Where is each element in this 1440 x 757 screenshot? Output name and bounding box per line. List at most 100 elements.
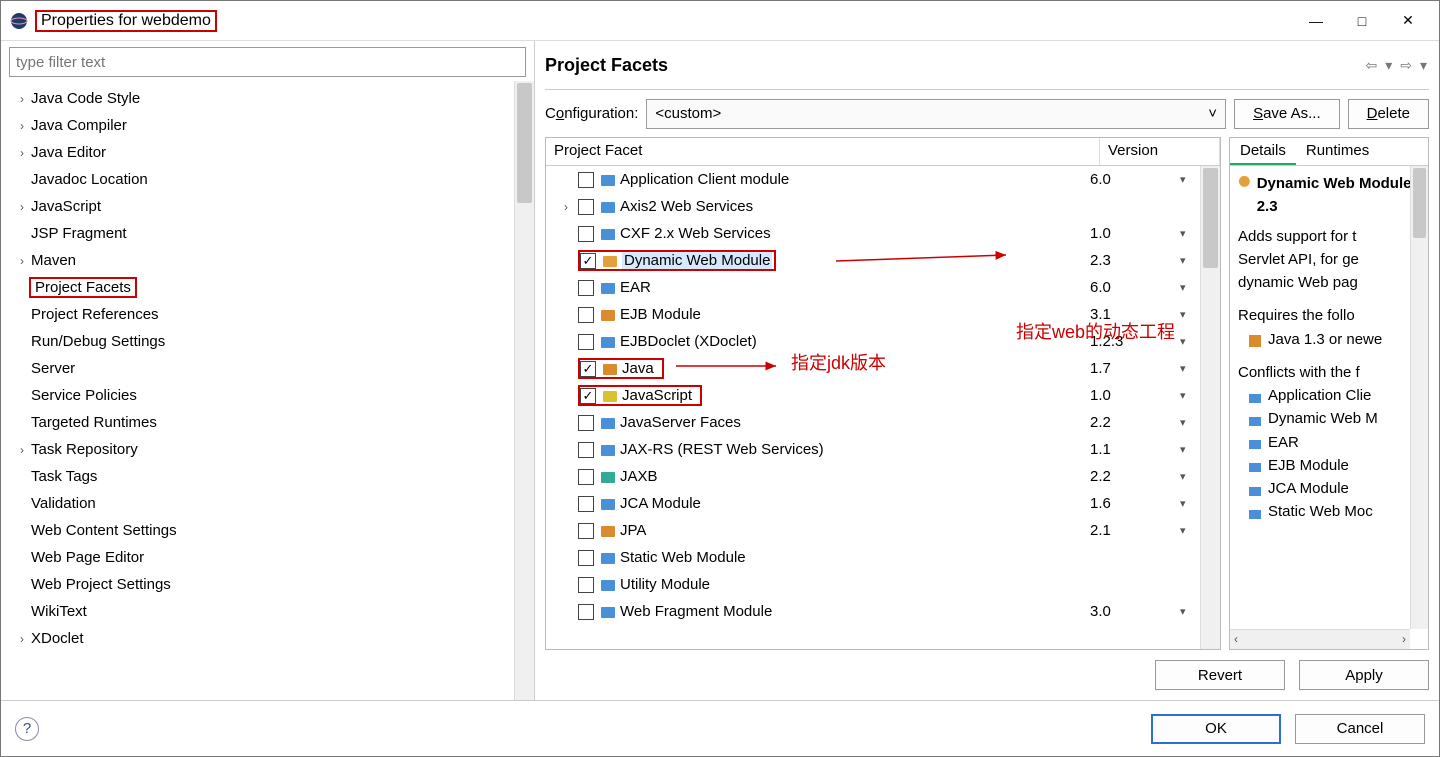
tab-details[interactable]: Details (1230, 138, 1296, 165)
facet-checkbox[interactable] (580, 361, 596, 377)
tree-item[interactable]: Web Content Settings (1, 517, 514, 544)
help-icon[interactable]: ? (15, 717, 39, 741)
facet-checkbox[interactable] (578, 469, 594, 485)
col-version-header[interactable]: Version (1100, 138, 1220, 165)
version-dropdown-icon[interactable]: ▾ (1180, 281, 1200, 294)
properties-tree[interactable]: ›Java Code Style›Java Compiler›Java Edit… (1, 81, 514, 700)
tree-item[interactable]: ›Maven (1, 247, 514, 274)
facet-row[interactable]: EJBDoclet (XDoclet)1.2.3▾ (546, 328, 1200, 355)
facet-checkbox[interactable] (578, 550, 594, 566)
facet-checkbox[interactable] (578, 280, 594, 296)
expand-icon[interactable]: › (15, 254, 29, 268)
tree-item[interactable]: Run/Debug Settings (1, 328, 514, 355)
facet-checkbox[interactable] (578, 307, 594, 323)
facet-scrollbar[interactable] (1200, 166, 1220, 649)
tree-item[interactable]: ›Java Compiler (1, 112, 514, 139)
tab-runtimes[interactable]: Runtimes (1296, 138, 1379, 165)
facet-row[interactable]: Static Web Module (546, 544, 1200, 571)
facet-row[interactable]: CXF 2.x Web Services1.0▾ (546, 220, 1200, 247)
apply-button[interactable]: Apply (1299, 660, 1429, 690)
facet-checkbox[interactable] (580, 253, 596, 269)
expand-icon[interactable]: › (15, 443, 29, 457)
tree-item[interactable]: ›XDoclet (1, 625, 514, 652)
tree-item[interactable]: ›Java Editor (1, 139, 514, 166)
tree-item[interactable]: ›JavaScript (1, 193, 514, 220)
tree-item[interactable]: Validation (1, 490, 514, 517)
facet-checkbox[interactable] (578, 577, 594, 593)
facet-row[interactable]: Java1.7▾ (546, 355, 1200, 382)
tree-item[interactable]: Server (1, 355, 514, 382)
tree-item[interactable]: Task Tags (1, 463, 514, 490)
facet-checkbox[interactable] (578, 199, 594, 215)
version-dropdown-icon[interactable]: ▾ (1180, 470, 1200, 483)
version-dropdown-icon[interactable]: ▾ (1180, 443, 1200, 456)
tree-scrollbar[interactable] (514, 81, 534, 700)
expand-icon[interactable]: › (15, 146, 29, 160)
save-as-button[interactable]: Save As... (1234, 99, 1340, 129)
version-dropdown-icon[interactable]: ▾ (1180, 497, 1200, 510)
tree-item[interactable]: ›Task Repository (1, 436, 514, 463)
facet-row[interactable]: JPA2.1▾ (546, 517, 1200, 544)
facet-checkbox[interactable] (580, 388, 596, 404)
cancel-button[interactable]: Cancel (1295, 714, 1425, 744)
ok-button[interactable]: OK (1151, 714, 1281, 744)
tree-item[interactable]: Web Page Editor (1, 544, 514, 571)
version-dropdown-icon[interactable]: ▾ (1180, 605, 1200, 618)
tree-item[interactable]: Service Policies (1, 382, 514, 409)
facet-row[interactable]: JAXB2.2▾ (546, 463, 1200, 490)
revert-button[interactable]: Revert (1155, 660, 1285, 690)
version-dropdown-icon[interactable]: ▾ (1180, 227, 1200, 240)
facet-checkbox[interactable] (578, 523, 594, 539)
facet-row[interactable]: Application Client module6.0▾ (546, 166, 1200, 193)
back-icon[interactable]: ⇦ (1363, 57, 1379, 74)
version-dropdown-icon[interactable]: ▾ (1180, 173, 1200, 186)
facet-checkbox[interactable] (578, 442, 594, 458)
forward-icon[interactable]: ⇨ (1398, 57, 1414, 74)
details-hscroll[interactable]: ‹› (1230, 629, 1410, 649)
nav-history[interactable]: ⇦▾ ⇨▾ (1363, 57, 1429, 74)
tree-item[interactable]: Web Project Settings (1, 571, 514, 598)
close-button[interactable]: ✕ (1385, 5, 1431, 37)
tree-item[interactable]: Javadoc Location (1, 166, 514, 193)
version-dropdown-icon[interactable]: ▾ (1180, 254, 1200, 267)
version-dropdown-icon[interactable]: ▾ (1180, 389, 1200, 402)
facet-row[interactable]: Utility Module (546, 571, 1200, 598)
version-dropdown-icon[interactable]: ▾ (1180, 362, 1200, 375)
facet-row[interactable]: Dynamic Web Module2.3▾ (546, 247, 1200, 274)
maximize-button[interactable]: □ (1339, 5, 1385, 37)
version-dropdown-icon[interactable]: ▾ (1180, 524, 1200, 537)
facet-checkbox[interactable] (578, 172, 594, 188)
facet-checkbox[interactable] (578, 496, 594, 512)
expand-icon[interactable]: › (15, 92, 29, 106)
filter-input[interactable] (9, 47, 526, 77)
expand-icon[interactable]: › (15, 200, 29, 214)
version-dropdown-icon[interactable]: ▾ (1180, 308, 1200, 321)
facet-row[interactable]: ›Axis2 Web Services (546, 193, 1200, 220)
tree-item[interactable]: WikiText (1, 598, 514, 625)
tree-item[interactable]: Project References (1, 301, 514, 328)
facet-row[interactable]: Web Fragment Module3.0▾ (546, 598, 1200, 625)
expand-icon[interactable]: › (15, 119, 29, 133)
facet-checkbox[interactable] (578, 226, 594, 242)
details-vscroll[interactable] (1410, 166, 1428, 629)
expand-icon[interactable]: › (15, 632, 29, 646)
configuration-combo[interactable]: <custom> ˅ (646, 99, 1226, 129)
facet-row[interactable]: JavaScript1.0▾ (546, 382, 1200, 409)
facet-row[interactable]: JAX-RS (REST Web Services)1.1▾ (546, 436, 1200, 463)
col-facet-header[interactable]: Project Facet (546, 138, 1100, 165)
facet-checkbox[interactable] (578, 334, 594, 350)
facet-row[interactable]: EJB Module3.1▾ (546, 301, 1200, 328)
tree-item[interactable]: Project Facets (1, 274, 514, 301)
facet-checkbox[interactable] (578, 604, 594, 620)
tree-item[interactable]: ›Java Code Style (1, 85, 514, 112)
facet-row[interactable]: JCA Module1.6▾ (546, 490, 1200, 517)
delete-button[interactable]: Delete (1348, 99, 1429, 129)
minimize-button[interactable]: — (1293, 5, 1339, 37)
version-dropdown-icon[interactable]: ▾ (1180, 416, 1200, 429)
tree-item[interactable]: Targeted Runtimes (1, 409, 514, 436)
facet-checkbox[interactable] (578, 415, 594, 431)
version-dropdown-icon[interactable]: ▾ (1180, 335, 1200, 348)
facet-row[interactable]: EAR6.0▾ (546, 274, 1200, 301)
facet-row[interactable]: JavaServer Faces2.2▾ (546, 409, 1200, 436)
tree-item[interactable]: JSP Fragment (1, 220, 514, 247)
